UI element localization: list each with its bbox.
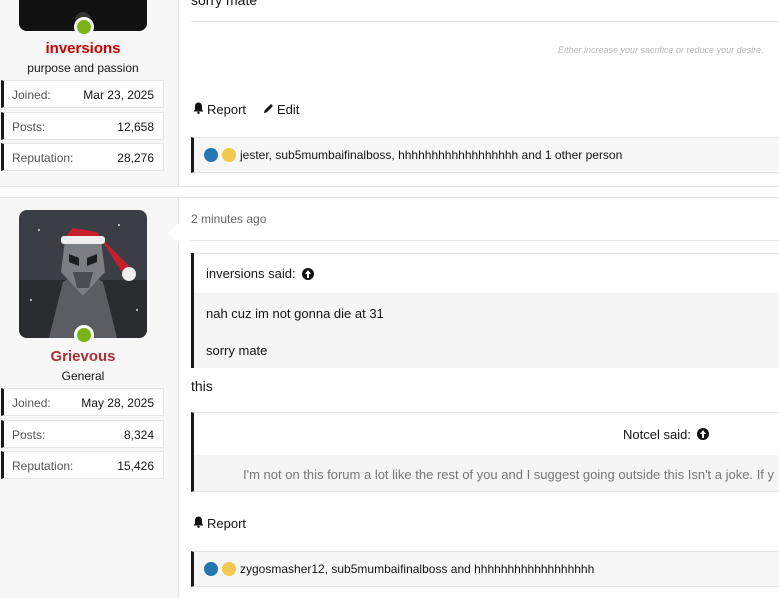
post1-user-title: purpose and passion [27, 61, 139, 75]
post1-report-button[interactable]: Report [193, 102, 246, 117]
stat-value: May 28, 2025 [81, 396, 154, 410]
post1-edit-button[interactable]: Edit [263, 102, 299, 117]
post2-stat-reputation: Reputation: 15,426 [1, 451, 164, 479]
online-status-dot [74, 17, 94, 37]
bell-icon [193, 516, 204, 531]
like-icon [204, 562, 218, 576]
post2-username[interactable]: Grievous [0, 348, 166, 365]
stat-value: 15,426 [117, 459, 154, 473]
post1-reactions-bar[interactable]: jester, sub5mumbaifinalboss, hhhhhhhhhhh… [191, 137, 779, 173]
stat-value: Mar 23, 2025 [83, 88, 154, 102]
stat-label: Posts: [12, 120, 46, 134]
post1-stat-joined: Joined: Mar 23, 2025 [1, 80, 164, 108]
quote-line: I'm not on this forum a lot like the res… [243, 467, 775, 482]
arrow-up-circle-icon[interactable] [301, 267, 314, 280]
stat-value: 8,324 [123, 428, 154, 442]
quote-body: nah cuz im not gonna die at 31 sorry mat… [194, 293, 779, 368]
post2-reactions-bar[interactable]: zygosmasher12, sub5mumbaifinalboss and h… [191, 551, 779, 587]
post2-report-button[interactable]: Report [193, 516, 246, 531]
post-separator [0, 186, 779, 187]
quote-header[interactable]: Notcel said: [194, 413, 779, 455]
arrow-up-circle-icon[interactable] [696, 428, 709, 440]
report-label: Report [207, 516, 247, 531]
stat-label: Reputation: [12, 459, 74, 473]
post2-stat-joined: Joined: May 28, 2025 [1, 388, 164, 416]
post1-body-tail: sorry mate [191, 0, 258, 8]
post1-signature: Either increase your sacrifice or reduce… [558, 45, 764, 55]
quote-line: nah cuz im not gonna die at 31 [206, 306, 384, 321]
bell-icon [193, 102, 204, 117]
quote-author[interactable]: Notcel said: [623, 427, 691, 442]
stat-label: Joined: [12, 88, 51, 102]
quote-header[interactable]: inversions said: [194, 253, 779, 293]
quote-line: sorry mate [206, 343, 268, 358]
stat-value: 28,276 [117, 151, 154, 165]
report-label: Report [207, 102, 247, 117]
post2-stat-posts: Posts: 8,324 [1, 420, 164, 448]
post2-quote2: Notcel said: I'm not on this forum a lot… [191, 412, 779, 492]
reaction-users[interactable]: zygosmasher12, sub5mumbaifinalboss and h… [240, 562, 594, 576]
header-divider [191, 240, 779, 241]
signature-divider [191, 21, 779, 22]
post2-body: this [191, 378, 213, 394]
stat-label: Joined: [12, 396, 51, 410]
post-pointer-arrow [168, 223, 179, 243]
edit-label: Edit [277, 102, 300, 117]
post2-user-title: General [61, 369, 105, 383]
post2-timestamp[interactable]: 2 minutes ago [191, 212, 266, 226]
reaction-users[interactable]: jester, sub5mumbaifinalboss, hhhhhhhhhhh… [240, 148, 622, 162]
avatar-image [19, 210, 147, 338]
post2-avatar[interactable] [19, 210, 147, 338]
stat-label: Posts: [12, 428, 46, 442]
online-status-dot [74, 325, 94, 345]
haha-icon [222, 562, 236, 576]
like-icon [204, 148, 218, 162]
quote-author[interactable]: inversions said: [206, 266, 296, 281]
post1-stat-reputation: Reputation: 28,276 [1, 143, 164, 171]
post1-stat-posts: Posts: 12,658 [1, 112, 164, 140]
haha-icon [222, 148, 236, 162]
post2-quote1: inversions said: nah cuz im not gonna di… [191, 253, 779, 368]
stat-label: Reputation: [12, 151, 74, 165]
stat-value: 12,658 [117, 120, 154, 134]
post-separator [178, 197, 779, 198]
post1-username[interactable]: inversions [0, 40, 166, 57]
pencil-icon [263, 102, 274, 117]
